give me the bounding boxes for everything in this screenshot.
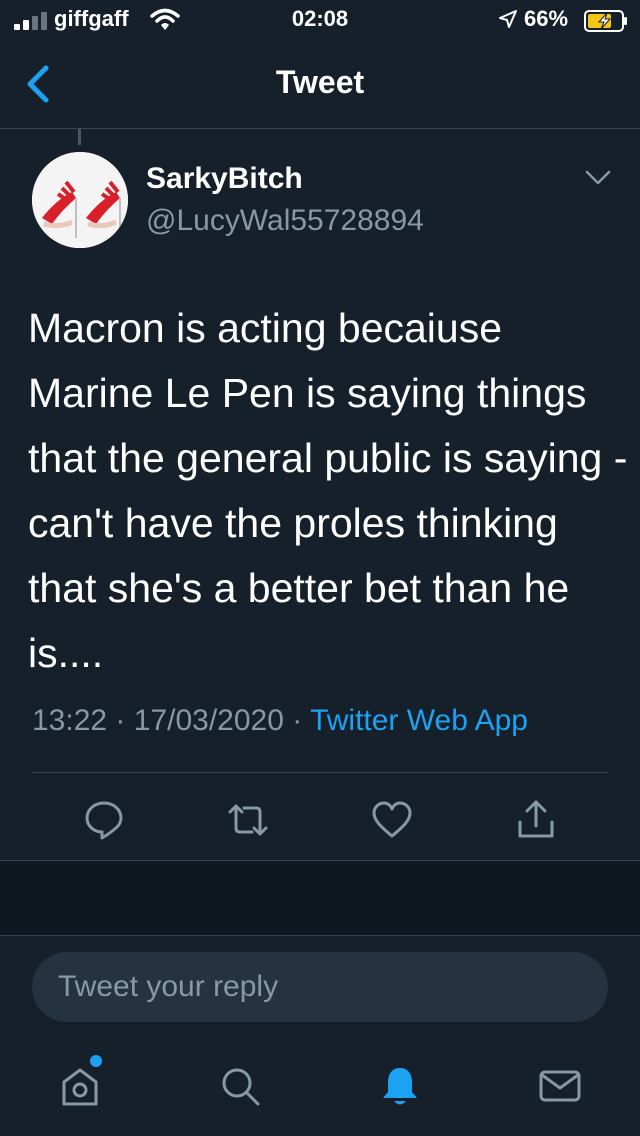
display-name[interactable]: SarkyBitch <box>146 162 303 196</box>
unread-dot <box>90 1055 102 1067</box>
battery-charging-icon <box>584 10 627 32</box>
reply-placeholder: Tweet your reply <box>58 970 279 1003</box>
avatar-image <box>32 152 128 248</box>
meta-separator: · <box>292 704 303 737</box>
messages-icon[interactable] <box>538 1064 582 1108</box>
tweet-date: 17/03/2020 <box>133 704 284 737</box>
tweet-source-link[interactable]: Twitter Web App <box>310 704 528 737</box>
battery-percent: 66% <box>524 6 569 31</box>
tweet-time: 13:22 <box>32 704 108 737</box>
section-separator <box>0 860 640 936</box>
status-bar: giffgaff 02:08 66% <box>0 0 640 40</box>
reply-icon[interactable] <box>82 798 126 842</box>
page-title: Tweet <box>275 64 365 100</box>
avatar[interactable] <box>32 152 128 248</box>
nav-bar: Tweet <box>0 40 640 129</box>
user-handle[interactable]: @LucyWal55728894 <box>146 204 424 238</box>
share-icon[interactable] <box>514 798 558 842</box>
thread-line <box>78 129 81 145</box>
like-icon[interactable] <box>370 798 414 842</box>
meta-separator: · <box>115 704 126 737</box>
chevron-down-icon[interactable] <box>584 168 612 188</box>
search-icon[interactable] <box>218 1064 262 1108</box>
reply-input[interactable]: Tweet your reply <box>32 952 608 1022</box>
retweet-icon[interactable] <box>226 798 270 842</box>
notifications-icon[interactable] <box>378 1064 422 1108</box>
tweet-meta: 13:22 · 17/03/2020 · Twitter Web App <box>32 704 528 738</box>
location-icon <box>499 10 517 28</box>
divider <box>32 772 608 773</box>
tweet-text: Macron is acting becaiuse Marine Le Pen … <box>28 305 628 676</box>
home-icon[interactable] <box>58 1064 102 1108</box>
